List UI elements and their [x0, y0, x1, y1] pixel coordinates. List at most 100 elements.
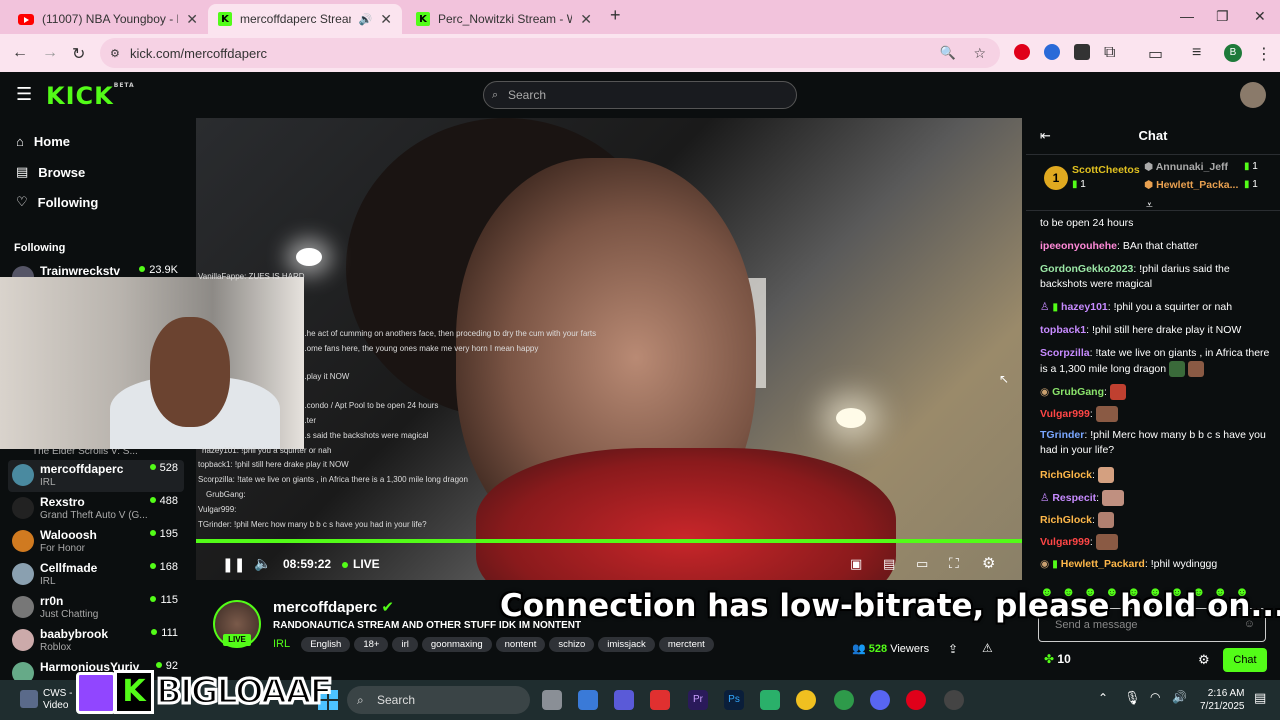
share-icon[interactable]: ⇪ [948, 642, 958, 656]
send-chat-button[interactable]: Chat [1223, 648, 1267, 672]
kick-logo[interactable]: KICKBETA [46, 82, 135, 110]
chat-username[interactable]: hazey101 [1061, 301, 1108, 313]
stream-category[interactable]: IRL [273, 638, 290, 650]
opera-extension-icon[interactable] [1014, 44, 1030, 60]
close-window-button[interactable]: ✕ [1254, 8, 1266, 25]
opera-icon[interactable] [906, 690, 926, 710]
sidebar-item-home[interactable]: ⌂ Home [16, 134, 70, 149]
pause-icon[interactable]: ❚❚ [222, 556, 245, 573]
stream-tag[interactable]: 18+ [354, 637, 389, 652]
hamburger-menu-icon[interactable]: ☰ [16, 84, 32, 105]
top-gifter[interactable]: ⬢ Annunaki_Jeff [1144, 161, 1228, 173]
stream-tag[interactable]: irl [392, 637, 418, 652]
channel-category: Grand Theft Auto V (G... [40, 510, 148, 521]
notification-icon[interactable]: ▤ [1254, 690, 1266, 706]
chrome-profile-icon[interactable] [834, 690, 854, 710]
cws-app-icon[interactable] [20, 690, 38, 708]
chat-username[interactable]: Vulgar999 [1040, 536, 1090, 548]
stream-tag[interactable]: English [301, 637, 351, 652]
close-icon[interactable]: ✕ [380, 11, 392, 28]
settings-gear-icon[interactable]: ⚙ [982, 554, 995, 572]
chat-username[interactable]: ipeeonyouhehe [1040, 240, 1117, 252]
theater-mode-icon[interactable]: ▭ [916, 556, 928, 572]
discord-icon[interactable] [870, 690, 890, 710]
streamer-name[interactable]: mercoffdaperc [273, 599, 377, 616]
taskbar-search[interactable]: ⌕ Search [347, 686, 530, 714]
cws-app[interactable]: CWS - Video [43, 688, 72, 712]
speaker-icon[interactable]: 🔊 [359, 13, 373, 26]
teams-icon[interactable] [614, 690, 634, 710]
chat-username[interactable]: TGrinder [1040, 429, 1084, 441]
puzzle-extensions-icon[interactable]: ⧉ [1104, 44, 1115, 62]
task-view-icon[interactable] [542, 690, 562, 710]
chat-username[interactable]: GrubGang [1052, 386, 1104, 398]
tray-chevron-icon[interactable]: ⌃ [1098, 691, 1108, 705]
forward-button[interactable]: → [42, 44, 58, 62]
copilot-icon[interactable] [578, 690, 598, 710]
url-field[interactable]: ⚙ kick.com/mercoffdaperc 🔍 ☆ [100, 38, 1000, 68]
chat-username[interactable]: Hewlett_Packard [1061, 558, 1145, 570]
system-clock[interactable]: 2:16 AM 7/21/2025 [1200, 687, 1245, 713]
miniplayer-icon[interactable]: ▣ [850, 556, 862, 572]
cast-icon[interactable]: ▭ [1148, 44, 1163, 64]
extension-icon[interactable] [1074, 44, 1090, 60]
app-icon[interactable] [650, 690, 670, 710]
following-channel[interactable]: Walooosh For Honor 195 [12, 526, 190, 558]
stream-tag[interactable]: nontent [495, 637, 546, 652]
chat-settings-icon[interactable]: ⚙ [1198, 652, 1210, 668]
stream-tag[interactable]: imissjack [598, 637, 655, 652]
report-warning-icon[interactable]: ⚠ [982, 641, 993, 655]
maximize-button[interactable]: ❐ [1216, 8, 1229, 25]
sidebar-item-following[interactable]: ♡ Following [16, 194, 98, 210]
video-progress-bar[interactable] [196, 539, 1022, 543]
stream-tag[interactable]: merctent [658, 637, 714, 652]
clip-icon[interactable]: ▤ [883, 556, 895, 572]
browser-menu-icon[interactable]: ⋮ [1256, 44, 1272, 64]
fullscreen-icon[interactable]: ⛶ [949, 555, 959, 572]
tab-youtube[interactable]: (11007) NBA Youngboy - Emo R ✕ [8, 4, 208, 34]
chat-username[interactable]: Respecit [1052, 492, 1096, 504]
user-avatar[interactable] [1240, 82, 1266, 108]
tab-perc-nowitzki[interactable]: K Perc_Nowitzki Stream - Watch I ✕ [406, 4, 602, 34]
following-channel[interactable]: baabybrook Roblox 111 [12, 625, 190, 657]
chat-username[interactable]: RichGlock [1040, 469, 1092, 481]
close-icon[interactable]: ✕ [186, 11, 198, 28]
site-info-icon[interactable]: ⚙ [110, 47, 120, 60]
minimize-button[interactable]: — [1180, 8, 1194, 24]
app-icon[interactable] [944, 690, 964, 710]
chat-username[interactable]: Vulgar999 [1040, 408, 1090, 420]
sidebar-item-browse[interactable]: ▤ Browse [16, 164, 85, 180]
volume-icon[interactable]: 🔊 [1172, 690, 1187, 704]
chat-username[interactable]: Scorpzilla [1040, 347, 1090, 359]
wifi-icon[interactable]: ◠ [1150, 690, 1160, 704]
microphone-icon[interactable]: 🎙 [1124, 690, 1141, 706]
bookmark-star-icon[interactable]: ☆ [973, 45, 986, 62]
stream-tag[interactable]: schizo [549, 637, 595, 652]
channel-points[interactable]: ✤ 10 [1044, 652, 1071, 666]
reload-button[interactable]: ↻ [72, 44, 85, 64]
app-icon[interactable] [760, 690, 780, 710]
following-channel-active[interactable]: mercoffdaperc IRL 528 [8, 460, 184, 492]
tab-mercoffdaperc[interactable]: K mercoffdaperc Stream - Wa 🔊 ✕ [208, 4, 402, 34]
photoshop-icon[interactable]: Ps [724, 690, 744, 710]
volume-icon[interactable]: 🔈 [254, 555, 271, 572]
top-gifter[interactable]: ⬢ Hewlett_Packa... [1144, 179, 1238, 191]
chat-username[interactable]: GordonGekko2023 [1040, 263, 1133, 275]
extension-icon[interactable] [1044, 44, 1060, 60]
following-channel[interactable]: rr0n Just Chatting 115 [12, 592, 190, 624]
profile-avatar[interactable]: B [1224, 44, 1242, 62]
premiere-pro-icon[interactable]: Pr [688, 690, 708, 710]
zoom-icon[interactable]: 🔍 [940, 45, 956, 61]
back-button[interactable]: ← [12, 44, 28, 62]
chrome-icon[interactable] [796, 690, 816, 710]
following-channel[interactable]: Cellfmade IRL 168 [12, 559, 190, 591]
chat-username[interactable]: RichGlock [1040, 514, 1092, 526]
media-controls-icon[interactable]: ≡ [1192, 44, 1201, 62]
stream-tag[interactable]: goonmaxing [421, 637, 492, 652]
close-icon[interactable]: ✕ [580, 11, 592, 28]
following-channel[interactable]: Rexstro Grand Theft Auto V (G... 488 [12, 493, 190, 525]
search-input[interactable]: ⌕ Search [483, 81, 797, 109]
top-gifter-name[interactable]: ScottCheetos [1072, 164, 1140, 176]
new-tab-button[interactable]: + [610, 5, 621, 26]
chat-username[interactable]: topback1 [1040, 324, 1086, 336]
